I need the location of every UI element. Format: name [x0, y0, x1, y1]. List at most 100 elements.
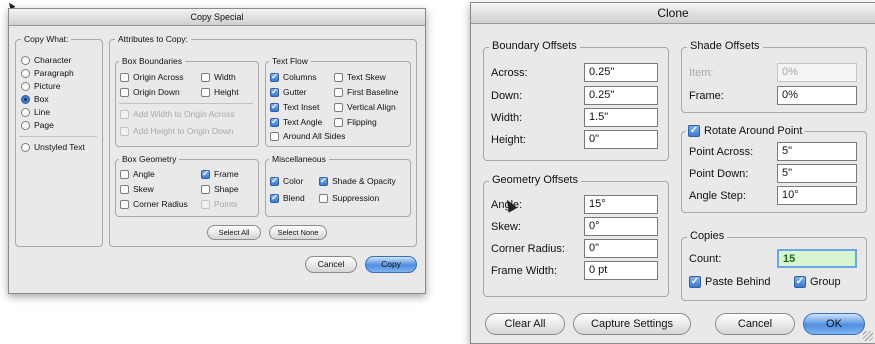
- radio-button[interactable]: [21, 56, 30, 65]
- checkbox-shape[interactable]: Shape: [201, 184, 239, 195]
- copies-legend: Copies: [687, 230, 728, 242]
- radio-button[interactable]: [21, 69, 30, 78]
- rotate-around-point-checkbox[interactable]: Rotate Around Point: [685, 123, 806, 139]
- radio-line[interactable]: Line: [21, 107, 50, 118]
- radio-box[interactable]: Box: [21, 94, 49, 105]
- checkbox-text-skew[interactable]: Text Skew: [334, 72, 386, 83]
- group-checkbox[interactable]: Group: [794, 274, 841, 290]
- checkbox[interactable]: [689, 274, 701, 290]
- frame-width-field[interactable]: 0 pt: [584, 261, 658, 280]
- radio-button[interactable]: [21, 108, 30, 117]
- checkbox[interactable]: [270, 116, 279, 127]
- checkbox-width[interactable]: Width: [201, 72, 236, 83]
- checkbox[interactable]: [270, 132, 279, 141]
- across-field[interactable]: 0.25": [584, 63, 658, 82]
- miscellaneous-group: [265, 159, 411, 217]
- item-field[interactable]: 0%: [777, 63, 857, 82]
- width-field[interactable]: 1.5": [584, 108, 658, 127]
- cancel-button[interactable]: Cancel: [305, 256, 357, 273]
- checkbox[interactable]: [120, 110, 129, 119]
- radio-button[interactable]: [21, 95, 30, 104]
- point-across-field[interactable]: 5": [777, 142, 857, 161]
- radio-button[interactable]: [21, 82, 30, 91]
- checkbox[interactable]: [334, 88, 343, 97]
- checkbox[interactable]: [794, 274, 806, 290]
- skew-field[interactable]: 0°: [584, 217, 658, 236]
- checkbox-add-height[interactable]: Add Height to Origin Down: [120, 126, 234, 137]
- checkbox[interactable]: [120, 127, 129, 136]
- checkbox-columns[interactable]: Columns: [270, 71, 317, 83]
- checkbox[interactable]: [270, 192, 279, 203]
- angle-field[interactable]: 15°: [584, 195, 658, 214]
- checkbox[interactable]: [120, 88, 129, 97]
- corner-radius-field[interactable]: 0": [584, 239, 658, 258]
- checkbox[interactable]: [319, 194, 328, 203]
- checkbox[interactable]: [120, 170, 129, 179]
- select-none-button[interactable]: Select None: [269, 225, 327, 240]
- resize-grip-icon[interactable]: [863, 331, 873, 341]
- checkbox[interactable]: [334, 103, 343, 112]
- checkbox[interactable]: [120, 73, 129, 82]
- checkbox[interactable]: [688, 123, 700, 139]
- checkbox-skew[interactable]: Skew: [120, 184, 154, 195]
- radio-unstyled-text[interactable]: Unstyled Text: [21, 142, 85, 153]
- select-all-button[interactable]: Select All: [207, 225, 261, 240]
- angle-step-field[interactable]: 10°: [777, 186, 857, 205]
- cancel-button[interactable]: Cancel: [715, 313, 795, 335]
- clone-dialog: Clone Boundary Offsets Across: 0.25" Dow…: [470, 2, 875, 344]
- checkbox[interactable]: [319, 175, 328, 186]
- checkbox[interactable]: [270, 175, 279, 186]
- radio-picture[interactable]: Picture: [21, 81, 60, 92]
- capture-settings-button[interactable]: Capture Settings: [573, 313, 691, 335]
- checkbox[interactable]: [201, 185, 210, 194]
- checkbox[interactable]: [270, 101, 279, 112]
- checkbox[interactable]: [334, 73, 343, 82]
- radio-button[interactable]: [21, 143, 30, 152]
- height-label: Height:: [491, 134, 526, 146]
- checkbox-text-inset[interactable]: Text Inset: [270, 101, 319, 113]
- checkbox-corner-radius[interactable]: Corner Radius: [120, 199, 188, 210]
- text-flow-legend: Text Flow: [269, 56, 311, 66]
- checkbox-angle[interactable]: Angle: [120, 169, 155, 180]
- checkbox[interactable]: [201, 73, 210, 82]
- checkbox[interactable]: [270, 86, 279, 97]
- checkbox-points[interactable]: Points: [201, 199, 238, 210]
- checkbox-vertical-align[interactable]: Vertical Align: [334, 102, 396, 113]
- checkbox-gutter[interactable]: Gutter: [270, 86, 307, 98]
- checkbox[interactable]: [201, 168, 210, 179]
- clear-all-button[interactable]: Clear All: [485, 313, 565, 335]
- radio-button[interactable]: [21, 121, 30, 130]
- checkbox[interactable]: [270, 71, 279, 82]
- checkbox-first-baseline[interactable]: First Baseline: [334, 87, 399, 98]
- checkbox-around-all-sides[interactable]: Around All Sides: [270, 131, 345, 142]
- checkbox-color[interactable]: Color: [270, 175, 303, 187]
- paste-behind-checkbox[interactable]: Paste Behind: [689, 274, 770, 290]
- checkbox[interactable]: [120, 185, 129, 194]
- checkbox-frame[interactable]: Frame: [201, 168, 239, 180]
- checkbox-flipping[interactable]: Flipping: [334, 117, 377, 128]
- checkbox-blend[interactable]: Blend: [270, 192, 305, 204]
- checkbox[interactable]: [120, 200, 129, 209]
- checkbox-shade-opacity[interactable]: Shade & Opacity: [319, 175, 396, 187]
- checkbox[interactable]: [201, 200, 210, 209]
- checkbox-add-width[interactable]: Add Width to Origin Across: [120, 109, 235, 120]
- radio-page[interactable]: Page: [21, 120, 54, 131]
- point-down-field[interactable]: 5": [777, 164, 857, 183]
- count-field[interactable]: 15: [777, 249, 857, 268]
- height-field[interactable]: 0": [584, 130, 658, 149]
- checkbox-text-angle[interactable]: Text Angle: [270, 116, 322, 128]
- checkbox-origin-down[interactable]: Origin Down: [120, 87, 180, 98]
- checkbox-height[interactable]: Height: [201, 87, 239, 98]
- ok-button[interactable]: OK: [803, 313, 865, 335]
- down-field[interactable]: 0.25": [584, 86, 658, 105]
- copy-button[interactable]: Copy: [365, 256, 417, 273]
- checkbox-suppression[interactable]: Suppression: [319, 193, 379, 204]
- frame-width-label: Frame Width:: [491, 265, 558, 277]
- miscellaneous-legend: Miscellaneous: [269, 154, 329, 164]
- checkbox[interactable]: [201, 88, 210, 97]
- frame-field[interactable]: 0%: [777, 86, 857, 105]
- radio-character[interactable]: Character: [21, 55, 71, 66]
- checkbox-origin-across[interactable]: Origin Across: [120, 72, 184, 83]
- radio-paragraph[interactable]: Paragraph: [21, 68, 74, 79]
- checkbox[interactable]: [334, 118, 343, 127]
